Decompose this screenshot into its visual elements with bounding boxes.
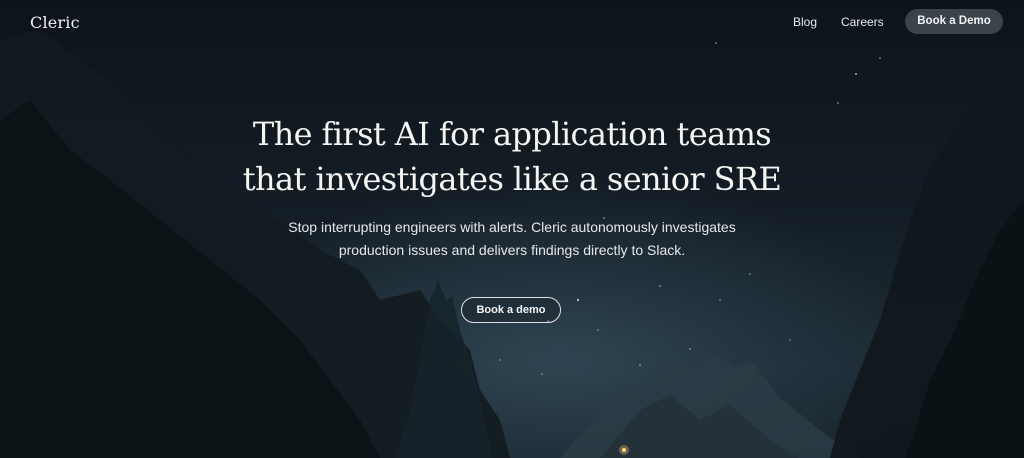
nav-link-careers[interactable]: Careers <box>841 15 884 29</box>
book-demo-hero-button[interactable]: Book a demo <box>461 297 561 323</box>
book-demo-nav-button[interactable]: Book a Demo <box>905 9 1003 34</box>
landing-page: Cleric Blog Careers Book a Demo The firs… <box>0 0 1024 458</box>
hero-subtitle: Stop interrupting engineers with alerts.… <box>0 216 1024 262</box>
hero-title-line-2: that investigates like a senior SRE <box>242 160 782 198</box>
hero-subtitle-line-2: production issues and delivers findings … <box>338 242 686 258</box>
hero-title: The first AI for application teams that … <box>0 112 1024 202</box>
hero-title-line-1: The first AI for application teams <box>252 115 772 153</box>
hero-subtitle-line-1: Stop interrupting engineers with alerts.… <box>288 219 736 235</box>
logo[interactable]: Cleric <box>30 13 80 32</box>
top-navigation: Cleric Blog Careers Book a Demo <box>0 0 1024 44</box>
nav-link-blog[interactable]: Blog <box>793 15 817 29</box>
